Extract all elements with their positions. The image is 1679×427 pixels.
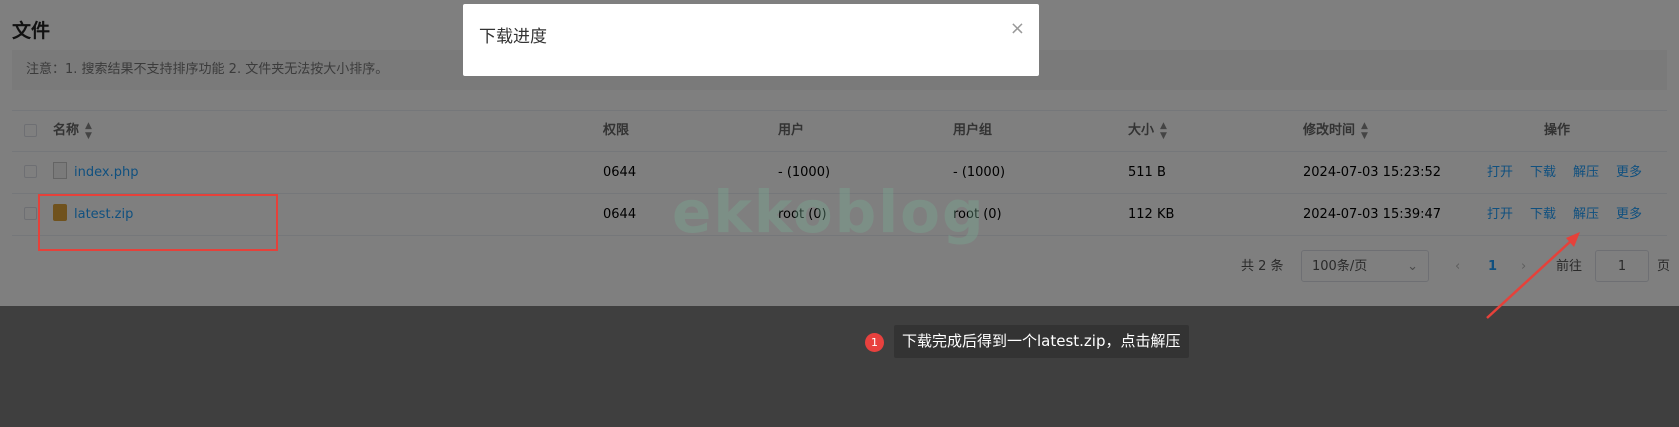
step-badge: 1 — [865, 333, 884, 352]
tip-text: 下载完成后得到一个latest.zip，点击解压 — [894, 325, 1189, 358]
annotation-arrow-icon — [1486, 232, 1580, 319]
